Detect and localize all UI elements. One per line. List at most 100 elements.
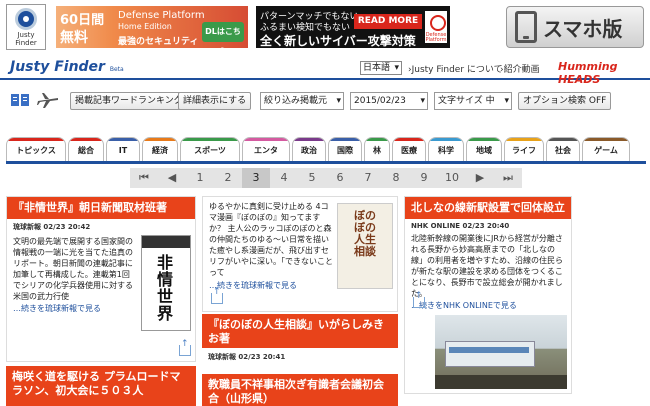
tab-color-bar: [69, 138, 103, 141]
page-2[interactable]: 2: [214, 168, 242, 188]
site-title-text: Justy Finder: [10, 59, 105, 75]
tab-7[interactable]: 政治: [292, 137, 326, 161]
page-9[interactable]: 9: [410, 168, 438, 188]
tab-1[interactable]: トピックス: [6, 137, 66, 161]
tab-10[interactable]: 医療: [392, 137, 426, 161]
article-card[interactable]: 『ぼのぼの人生相談』いがらしみきお著 琉球新報 02/23 20:41: [202, 314, 398, 366]
font-size-select[interactable]: 文字サイズ 中: [434, 92, 512, 110]
tab-color-bar: [293, 138, 325, 141]
defense-platform-ad[interactable]: 60日間 無料 Defense Platform Home Edition 最強…: [56, 6, 248, 48]
article-card[interactable]: 北しなの線新駅設置で回体設立 NHK ONLINE 02/23 20:40 北陸…: [404, 196, 572, 394]
book-cover-image: 非情世界: [141, 235, 191, 331]
article-title[interactable]: 北しなの線新駅設置で回体設立: [405, 197, 571, 219]
article-body: 北陸新幹線の開業後にJRから経営が分離される長野から妙高高原までの「北しなの線」…: [411, 234, 563, 298]
smartphone-version-button[interactable]: スマホ版: [506, 6, 644, 48]
tab-color-bar: [243, 138, 289, 141]
ad-edition: Home Edition: [118, 22, 172, 31]
article-card[interactable]: 梅咲く道を駆ける プラムロードマラソン、初大会に５０３人: [6, 366, 196, 406]
category-tabs: トピックス 総合 IT 経済 スポーツ エンタ 政治 国際林医療 科学 地域 ライフ 社会 ゲーム: [6, 136, 646, 164]
tab-6[interactable]: エンタ: [242, 137, 290, 161]
first-page-button[interactable]: ⏮: [130, 168, 158, 188]
tab-14[interactable]: 社会: [546, 137, 580, 161]
top-header: Justy Finder 60日間 無料 Defense Platform Ho…: [0, 0, 650, 54]
article-card[interactable]: 『非情世界』朝日新聞取材班著 琉球新報 02/23 20:42 非情世界 文明の…: [6, 196, 196, 362]
tab-5[interactable]: スポーツ: [180, 137, 240, 161]
page-4[interactable]: 4: [270, 168, 298, 188]
prev-page-button[interactable]: ◀: [158, 168, 186, 188]
smartphone-icon: [515, 11, 537, 43]
article-title[interactable]: 『ぼのぼの人生相談』いがらしみきお著: [202, 314, 398, 348]
share-icon[interactable]: [211, 287, 223, 304]
tab-11[interactable]: 科学: [428, 137, 464, 161]
ad-download-button[interactable]: DLはこちら: [202, 22, 244, 48]
ad-free-label: 無料: [60, 30, 88, 46]
article-meta: 琉球新報 02/23 20:41: [208, 353, 286, 361]
share-icon[interactable]: [413, 291, 425, 308]
tab-9[interactable]: 林: [364, 137, 390, 161]
tab-3[interactable]: IT: [106, 137, 140, 161]
article-card[interactable]: ゆるやかに真剣に受け止める 4コマ漫画『ぼのぼの』知ってますか？ 主人公のラッコ…: [202, 196, 398, 312]
brand-bar: Justy Finder Beta 日本語 ›Justy Finder について…: [0, 58, 650, 86]
book-cover-title: ぼのぼの人生相談: [354, 209, 376, 258]
logo-text: Justy Finder: [15, 31, 37, 47]
tab-color-bar: [429, 138, 463, 141]
date-select[interactable]: 2015/02/23: [350, 92, 428, 110]
share-icon[interactable]: [179, 339, 191, 356]
article-card[interactable]: 教職員不祥事相次ぎ有識者会議初会合（山形県）: [202, 374, 398, 406]
tab-color-bar: [107, 138, 139, 141]
cyber-attack-ad[interactable]: パターンマッチでもない ふるまい検知でもない 全く新しいサイバー攻撃対策 REA…: [256, 6, 450, 48]
page-7[interactable]: 7: [354, 168, 382, 188]
page-1[interactable]: 1: [186, 168, 214, 188]
humming-heads-logo[interactable]: Humming HEADS: [558, 60, 650, 86]
smartphone-label: スマホ版: [543, 16, 623, 41]
airplane-icon[interactable]: [36, 91, 60, 109]
article-title[interactable]: 教職員不祥事相次ぎ有識者会議初会合（山形県）: [202, 374, 398, 406]
tab-12[interactable]: 地域: [466, 137, 502, 161]
intro-video-link[interactable]: ›紹介動画: [500, 62, 540, 75]
book-cover-image: ぼのぼの人生相談: [337, 203, 393, 289]
book-icon[interactable]: [10, 92, 30, 108]
ad2-brand-logo: Defense Platform: [425, 11, 447, 43]
word-ranking-button[interactable]: 掲載記事ワードランキング: [70, 92, 188, 110]
article-body: 文明の最先端で展開する国家間の情報戦の一端に光を当てた追真のリポート。朝日新聞の…: [13, 237, 133, 301]
article-body: ゆるやかに真剣に受け止める 4コマ漫画『ぼのぼの』知ってますか？ 主人公のラッコ…: [209, 202, 333, 277]
eye-icon: [15, 8, 37, 30]
next-page-button[interactable]: ▶: [466, 168, 494, 188]
tab-color-bar: [393, 138, 425, 141]
page-10[interactable]: 10: [438, 168, 466, 188]
tab-8[interactable]: 国際: [328, 137, 362, 161]
about-link[interactable]: ›Justy Finder について: [408, 62, 503, 75]
train-photo: [435, 315, 567, 389]
tab-2[interactable]: 総合: [68, 137, 104, 161]
article-title[interactable]: 『非情世界』朝日新聞取材班著: [7, 197, 195, 219]
page-5[interactable]: 5: [298, 168, 326, 188]
tab-color-bar: [467, 138, 501, 141]
language-select[interactable]: 日本語: [360, 61, 402, 75]
tab-color-bar: [7, 138, 65, 141]
ad-product: Defense Platform: [118, 10, 205, 21]
article-more-link[interactable]: …続きをNHK ONLINEで見る: [411, 300, 565, 311]
tab-color-bar: [181, 138, 239, 141]
tab-4[interactable]: 経済: [142, 137, 178, 161]
article-title[interactable]: 梅咲く道を駆ける プラムロードマラソン、初大会に５０３人: [6, 366, 196, 406]
ad2-line3: 全く新しいサイバー攻撃対策: [260, 34, 416, 48]
last-page-button[interactable]: ⏭: [494, 168, 522, 188]
tab-13[interactable]: ライフ: [504, 137, 544, 161]
pager: ⏮ ◀ 1 2 3 4 5 6 7 8 9 10 ▶ ⏭: [130, 168, 522, 188]
article-meta: 琉球新報 02/23 20:42: [13, 223, 91, 231]
tab-color-bar: [329, 138, 361, 141]
article-meta: NHK ONLINE 02/23 20:40: [411, 222, 510, 230]
beta-label: Beta: [109, 66, 124, 73]
justy-finder-logo[interactable]: Justy Finder: [6, 4, 46, 50]
source-filter-select[interactable]: 絞り込み掲載元: [260, 92, 344, 110]
site-title[interactable]: Justy Finder Beta: [10, 59, 124, 75]
page-3[interactable]: 3: [242, 168, 270, 188]
detail-view-button[interactable]: 詳細表示にする: [178, 92, 252, 110]
option-search-button[interactable]: オプション検索 OFF: [518, 92, 612, 110]
page-8[interactable]: 8: [382, 168, 410, 188]
book-cover-title: 非情世界: [156, 253, 173, 323]
tab-15[interactable]: ゲーム: [582, 137, 630, 161]
page-6[interactable]: 6: [326, 168, 354, 188]
ad2-read-more-button[interactable]: READ MORE: [354, 14, 422, 29]
toolbar: 掲載記事ワードランキング 詳細表示にする 絞り込み掲載元 2015/02/23 …: [0, 88, 650, 114]
